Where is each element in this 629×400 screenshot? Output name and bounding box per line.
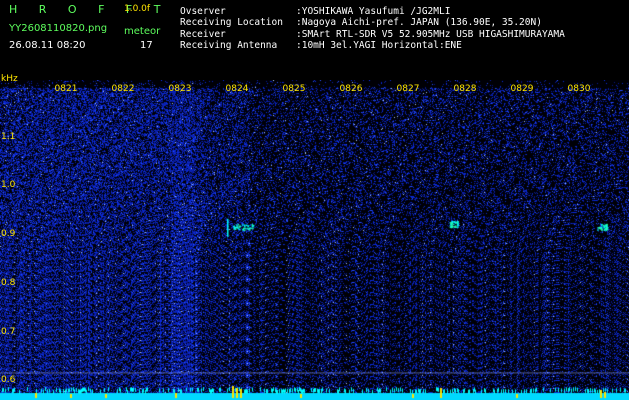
- file-name: YY2608110820.png: [9, 23, 108, 34]
- location-value: :Nagoya Aichi-pref. JAPAN (136.90E, 35.2…: [296, 17, 542, 28]
- x-tick-label: 0824: [225, 84, 249, 94]
- y-tick-label: 0.8: [1, 277, 16, 288]
- location-key: Receiving Location: [180, 17, 283, 28]
- receiver-key: Receiver: [180, 29, 226, 40]
- antenna-key: Receiving Antenna: [180, 40, 278, 51]
- x-tick-label: 0822: [111, 84, 135, 94]
- timestamp: 26.08.11 08:20: [9, 40, 86, 51]
- x-tick-label: 0821: [54, 84, 78, 94]
- y-tick-label: 0.6: [1, 375, 16, 386]
- x-tick-label: 0828: [453, 84, 477, 94]
- x-tick-label: 0829: [510, 84, 534, 94]
- antenna-value: :10mH 3el.YAGI Horizontal:ENE: [296, 40, 462, 51]
- y-tick-label: 1.1: [1, 131, 16, 142]
- x-tick-label: 0825: [282, 84, 306, 94]
- receiver-value: :SMArt RTL-SDR V5 52.905MHz USB HIGASHIM…: [296, 29, 565, 40]
- x-tick-label: 0830: [567, 84, 591, 94]
- mode-label: meteor: [124, 26, 161, 37]
- y-tick-label: 0.7: [1, 326, 16, 337]
- x-tick-label: 0823: [168, 84, 192, 94]
- x-tick-label: 0826: [339, 84, 363, 94]
- observer-key: Ovserver: [180, 6, 226, 17]
- y-tick-label: 1.0: [1, 180, 16, 191]
- meteor-count: 17: [140, 40, 153, 51]
- header-panel: H R O F F T 1.0.0f YY2608110820.png mete…: [0, 0, 629, 78]
- observer-value: :YOSHIKAWA Yasufumi /JG2MLI: [296, 6, 451, 17]
- y-axis-unit-label: kHz: [1, 74, 18, 84]
- version-label: 1.0.0f: [124, 4, 151, 14]
- y-tick-label: 0.9: [1, 229, 16, 240]
- spectrogram-canvas: [0, 80, 629, 400]
- x-tick-label: 0827: [396, 84, 420, 94]
